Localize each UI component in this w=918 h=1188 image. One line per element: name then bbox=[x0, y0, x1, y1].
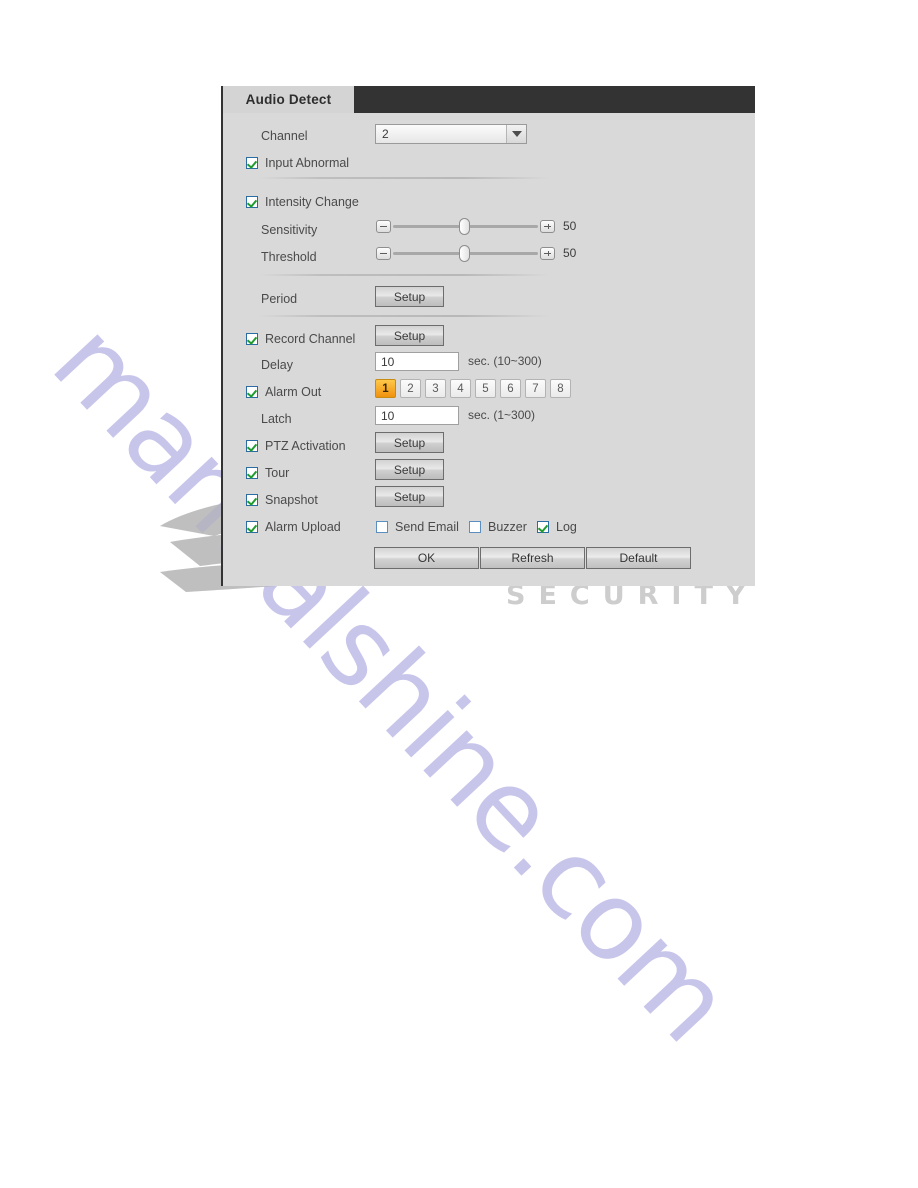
tour-setup-button[interactable]: Setup bbox=[375, 459, 444, 480]
audio-detect-panel: Audio Detect Channel 2 Input Abnormal In… bbox=[221, 86, 755, 586]
sensitivity-decrease-icon[interactable] bbox=[376, 219, 391, 233]
record-channel-label: Record Channel bbox=[265, 332, 356, 346]
input-abnormal-label: Input Abnormal bbox=[265, 156, 350, 170]
buzzer-row[interactable]: Buzzer bbox=[469, 517, 527, 537]
buzzer-label: Buzzer bbox=[488, 520, 527, 534]
input-abnormal-row[interactable]: Input Abnormal bbox=[246, 153, 349, 173]
alarm-out-button-6[interactable]: 6 bbox=[500, 379, 521, 398]
panel-body: Channel 2 Input Abnormal Intensity Chang… bbox=[221, 113, 755, 586]
threshold-label: Threshold bbox=[261, 250, 317, 264]
ptz-activation-row[interactable]: PTZ Activation bbox=[246, 436, 346, 456]
latch-row: Latch bbox=[261, 409, 292, 429]
alarm-out-button-8[interactable]: 8 bbox=[550, 379, 571, 398]
tour-row[interactable]: Tour bbox=[246, 463, 289, 483]
log-label: Log bbox=[556, 520, 577, 534]
panel-titlebar: Audio Detect bbox=[221, 86, 755, 113]
divider-2 bbox=[259, 274, 549, 276]
sensitivity-label: Sensitivity bbox=[261, 223, 318, 237]
sensitivity-row: Sensitivity bbox=[261, 220, 317, 240]
latch-input[interactable]: 10 bbox=[375, 406, 459, 425]
alarm-out-button-5[interactable]: 5 bbox=[475, 379, 496, 398]
channel-select-value: 2 bbox=[382, 127, 389, 141]
sensitivity-knob[interactable] bbox=[459, 217, 470, 235]
divider-3 bbox=[259, 315, 549, 317]
channel-label: Channel bbox=[261, 129, 308, 143]
sensitivity-value: 50 bbox=[563, 219, 577, 233]
alarm-out-checkbox[interactable] bbox=[246, 386, 258, 398]
alarm-upload-label: Alarm Upload bbox=[265, 520, 341, 534]
record-channel-row[interactable]: Record Channel bbox=[246, 329, 355, 349]
send-email-label: Send Email bbox=[395, 520, 459, 534]
ptz-activation-label: PTZ Activation bbox=[265, 439, 346, 453]
refresh-button[interactable]: Refresh bbox=[480, 547, 585, 569]
input-abnormal-checkbox[interactable] bbox=[246, 157, 258, 169]
send-email-checkbox[interactable] bbox=[376, 521, 388, 533]
alarm-upload-checkbox[interactable] bbox=[246, 521, 258, 533]
threshold-row: Threshold bbox=[261, 247, 317, 267]
send-email-row[interactable]: Send Email bbox=[376, 517, 459, 537]
snapshot-setup-button[interactable]: Setup bbox=[375, 486, 444, 507]
ptz-activation-setup-button[interactable]: Setup bbox=[375, 432, 444, 453]
channel-select[interactable]: 2 bbox=[375, 124, 527, 144]
snapshot-row[interactable]: Snapshot bbox=[246, 490, 318, 510]
snapshot-label: Snapshot bbox=[265, 493, 318, 507]
latch-unit-label: sec. (1~300) bbox=[468, 408, 536, 422]
period-setup-button[interactable]: Setup bbox=[375, 286, 444, 307]
record-channel-setup-button[interactable]: Setup bbox=[375, 325, 444, 346]
delay-row: Delay bbox=[261, 355, 293, 375]
log-row[interactable]: Log bbox=[537, 517, 577, 537]
threshold-decrease-icon[interactable] bbox=[376, 246, 391, 260]
threshold-value: 50 bbox=[563, 246, 577, 260]
alarm-out-button-2[interactable]: 2 bbox=[400, 379, 421, 398]
threshold-track[interactable] bbox=[393, 244, 538, 262]
buzzer-checkbox[interactable] bbox=[469, 521, 481, 533]
alarm-out-button-3[interactable]: 3 bbox=[425, 379, 446, 398]
alarm-out-button-group[interactable]: 12345678 bbox=[375, 379, 571, 398]
alarm-out-button-1[interactable]: 1 bbox=[375, 379, 396, 398]
ptz-activation-checkbox[interactable] bbox=[246, 440, 258, 452]
delay-unit-label: sec. (10~300) bbox=[468, 354, 542, 368]
alarm-out-row[interactable]: Alarm Out bbox=[246, 382, 321, 402]
period-label: Period bbox=[261, 292, 298, 306]
threshold-slider[interactable]: 50 bbox=[376, 244, 577, 262]
sensitivity-slider[interactable]: 50 bbox=[376, 217, 577, 235]
latch-label: Latch bbox=[261, 412, 292, 426]
intensity-change-row[interactable]: Intensity Change bbox=[246, 192, 359, 212]
record-channel-checkbox[interactable] bbox=[246, 333, 258, 345]
tour-checkbox[interactable] bbox=[246, 467, 258, 479]
alarm-out-button-7[interactable]: 7 bbox=[525, 379, 546, 398]
sensitivity-increase-icon[interactable] bbox=[540, 219, 555, 233]
threshold-increase-icon[interactable] bbox=[540, 246, 555, 260]
alarm-upload-row[interactable]: Alarm Upload bbox=[246, 517, 341, 537]
snapshot-checkbox[interactable] bbox=[246, 494, 258, 506]
ok-button[interactable]: OK bbox=[374, 547, 479, 569]
tab-audio-detect[interactable]: Audio Detect bbox=[223, 86, 354, 113]
log-checkbox[interactable] bbox=[537, 521, 549, 533]
delay-input[interactable]: 10 bbox=[375, 352, 459, 371]
alarm-out-button-4[interactable]: 4 bbox=[450, 379, 471, 398]
intensity-change-checkbox[interactable] bbox=[246, 196, 258, 208]
sensitivity-track[interactable] bbox=[393, 217, 538, 235]
channel-row: Channel bbox=[261, 126, 308, 146]
delay-label: Delay bbox=[261, 358, 293, 372]
chevron-down-icon[interactable] bbox=[506, 125, 526, 143]
intensity-change-label: Intensity Change bbox=[265, 195, 359, 209]
alarm-out-label: Alarm Out bbox=[265, 385, 322, 399]
period-row: Period bbox=[261, 289, 297, 309]
tour-label: Tour bbox=[265, 466, 290, 480]
default-button[interactable]: Default bbox=[586, 547, 691, 569]
threshold-knob[interactable] bbox=[459, 244, 470, 262]
divider-1 bbox=[259, 177, 549, 179]
